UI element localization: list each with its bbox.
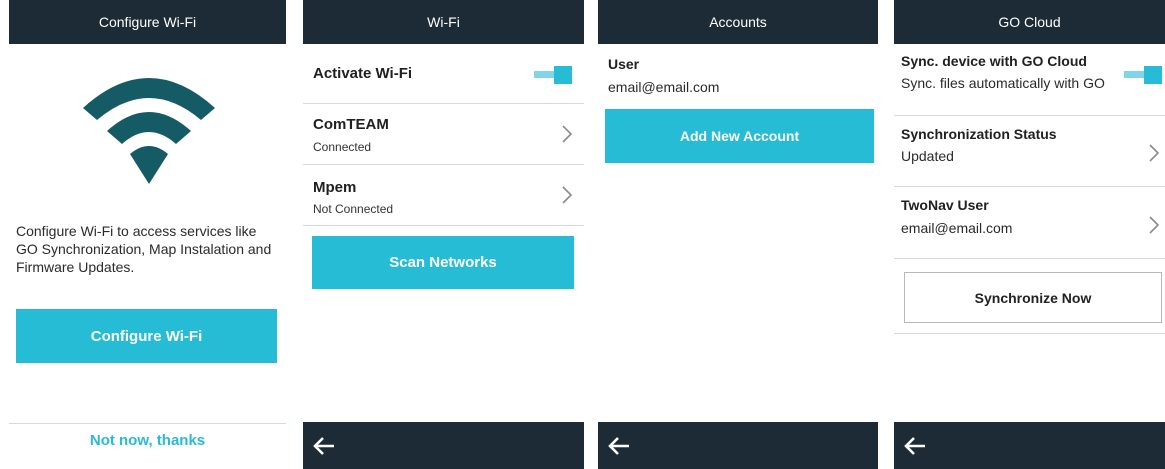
add-new-account-label: Add New Account bbox=[679, 128, 800, 144]
sync-device-row[interactable]: Sync. device with GO Cloud Sync. files a… bbox=[894, 44, 1165, 116]
divider bbox=[894, 333, 1165, 334]
network-status: Connected bbox=[313, 140, 372, 154]
network-row-comteam[interactable]: ComTEAM Connected bbox=[303, 104, 584, 165]
synchronize-now-button[interactable]: Synchronize Now bbox=[904, 272, 1162, 323]
activate-wifi-row[interactable]: Activate Wi-Fi bbox=[303, 44, 584, 104]
chevron-right-icon bbox=[562, 125, 573, 148]
title-bar: Accounts bbox=[598, 0, 878, 44]
user-email: email@email.com bbox=[608, 79, 720, 95]
activate-wifi-label: Activate Wi-Fi bbox=[313, 65, 413, 82]
description-text: Configure Wi-Fi to access services like … bbox=[16, 223, 272, 275]
toggle-knob bbox=[554, 66, 572, 84]
title-bar: GO Cloud bbox=[894, 0, 1165, 44]
configure-wifi-label: Configure Wi-Fi bbox=[90, 327, 203, 345]
accounts-screen: Accounts User email@email.com Add New Ac… bbox=[598, 0, 878, 469]
scan-networks-label: Scan Networks bbox=[389, 254, 497, 271]
twonav-user-row[interactable]: TwoNav User email@email.com bbox=[894, 187, 1165, 259]
bottom-bar bbox=[894, 422, 1165, 469]
sync-status-value: Updated bbox=[901, 148, 954, 164]
sync-device-title: Sync. device with GO Cloud bbox=[901, 53, 1087, 69]
activate-wifi-toggle[interactable] bbox=[534, 66, 572, 84]
scan-networks-button[interactable]: Scan Networks bbox=[312, 236, 574, 289]
twonav-user-email: email@email.com bbox=[901, 220, 1013, 236]
title-bar: Wi-Fi bbox=[303, 0, 584, 44]
divider bbox=[9, 423, 286, 424]
screen-title: GO Cloud bbox=[998, 14, 1061, 30]
screen-title: Configure Wi-Fi bbox=[98, 14, 197, 30]
synchronize-now-label: Synchronize Now bbox=[974, 289, 1092, 306]
sync-status-row[interactable]: Synchronization Status Updated bbox=[894, 116, 1165, 187]
screen-title: Accounts bbox=[709, 14, 767, 30]
bottom-bar bbox=[303, 422, 584, 469]
go-cloud-screen: GO Cloud Sync. device with GO Cloud Sync… bbox=[894, 0, 1165, 469]
bottom-bar bbox=[598, 422, 878, 469]
user-account-item[interactable]: User email@email.com bbox=[598, 44, 878, 102]
arrow-left-icon[interactable] bbox=[313, 436, 335, 456]
arrow-left-icon[interactable] bbox=[608, 436, 630, 456]
user-label: User bbox=[608, 56, 640, 72]
configure-wifi-button[interactable]: Configure Wi-Fi bbox=[16, 309, 277, 363]
chevron-right-icon bbox=[562, 186, 573, 209]
toggle-knob bbox=[1144, 66, 1162, 84]
arrow-left-icon[interactable] bbox=[904, 436, 926, 456]
screen-title: Wi-Fi bbox=[427, 14, 460, 30]
not-now-link[interactable]: Not now, thanks bbox=[9, 432, 286, 449]
wifi-screen: Wi-Fi Activate Wi-Fi ComTEAM Connected M… bbox=[303, 0, 584, 469]
network-name: Mpem bbox=[313, 179, 357, 196]
configure-wifi-screen: Configure Wi-Fi Configure Wi-Fi to acces… bbox=[9, 0, 286, 469]
network-name: ComTEAM bbox=[313, 116, 389, 133]
sync-status-title: Synchronization Status bbox=[901, 126, 1057, 142]
sync-device-toggle[interactable] bbox=[1124, 66, 1162, 84]
add-new-account-button[interactable]: Add New Account bbox=[605, 109, 874, 163]
network-status: Not Connected bbox=[313, 202, 394, 216]
chevron-right-icon bbox=[1149, 144, 1160, 167]
title-bar: Configure Wi-Fi bbox=[9, 0, 286, 44]
wifi-icon bbox=[83, 68, 215, 186]
network-row-mpem[interactable]: Mpem Not Connected bbox=[303, 165, 584, 226]
chevron-right-icon bbox=[1149, 216, 1160, 239]
sync-device-subtitle: Sync. files automatically with GO bbox=[901, 75, 1105, 91]
twonav-user-title: TwoNav User bbox=[901, 197, 989, 213]
